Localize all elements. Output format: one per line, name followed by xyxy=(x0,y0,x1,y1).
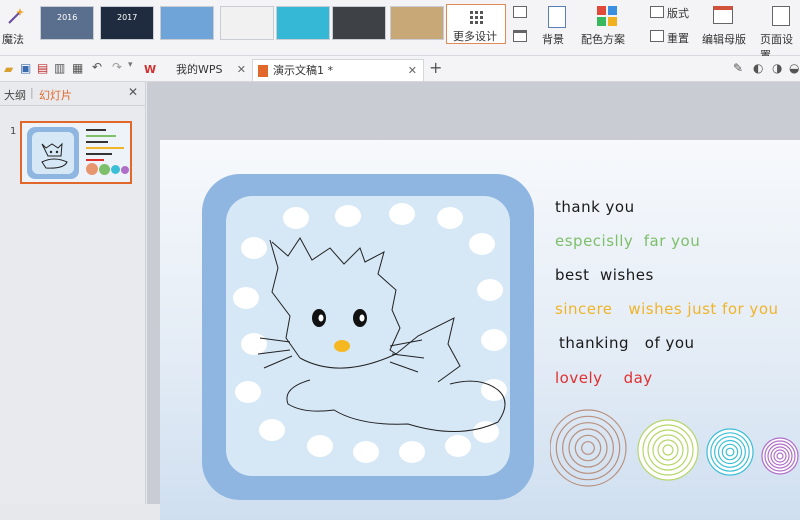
reset-icon[interactable] xyxy=(650,30,664,42)
reset-button[interactable]: 重置 xyxy=(667,30,689,46)
concentric-circles xyxy=(550,409,799,487)
template-thumbnail[interactable] xyxy=(276,6,330,40)
thumbnail-cat xyxy=(41,142,68,169)
slide-icon-small[interactable] xyxy=(513,6,527,18)
template-thumbnail[interactable] xyxy=(332,6,386,40)
slide-text-line[interactable]: thank you xyxy=(555,198,635,216)
concentric-circle-group xyxy=(706,428,754,476)
circle-ring xyxy=(581,441,595,455)
tab-outline[interactable]: 大纲 xyxy=(4,87,26,103)
background-icon[interactable] xyxy=(548,6,566,28)
close-panel-icon[interactable]: ✕ xyxy=(128,85,138,99)
slide-number: 1 xyxy=(10,126,17,137)
tool-icon-3[interactable]: ◑ xyxy=(772,61,782,75)
template-label: 2016 xyxy=(57,13,78,22)
grid-icon xyxy=(470,11,483,24)
slide-text-line[interactable]: especislly far you xyxy=(555,232,700,250)
slide-text-line[interactable]: best wishes xyxy=(555,266,654,284)
close-icon[interactable]: ✕ xyxy=(237,59,246,81)
window-icon-small[interactable] xyxy=(513,30,527,42)
concentric-circle-group xyxy=(550,409,627,487)
undo-icon[interactable]: ↶ xyxy=(92,60,102,74)
more-design-button[interactable]: 更多设计 xyxy=(446,4,506,44)
more-design-label: 更多设计 xyxy=(453,30,497,43)
tab-my-wps[interactable]: W 我的WPS ✕ xyxy=(140,59,252,81)
concentric-circle-group xyxy=(637,419,699,481)
edit-master-button[interactable]: 编辑母版 xyxy=(702,31,746,47)
layout-button[interactable]: 版式 xyxy=(667,5,689,21)
tab-presentation[interactable]: 演示文稿1 * ✕ xyxy=(252,59,424,81)
tab-my-wps-label: 我的WPS xyxy=(176,63,223,76)
tab-slides[interactable]: 幻灯片 xyxy=(39,87,72,103)
page-setup-icon[interactable] xyxy=(772,6,790,26)
circle-ring xyxy=(568,428,608,468)
slides-panel: 大纲 | 幻灯片 ✕ 1 xyxy=(0,82,146,504)
tool-icon-1[interactable]: ✎ xyxy=(733,61,743,75)
document-tab-bar: ▰ ▣ ▤ ▥ ▦ ↶ ↷ ▾ W 我的WPS ✕ 演示文稿1 * ✕ + ✎ … xyxy=(0,56,800,82)
magic-wand-icon[interactable] xyxy=(6,6,26,26)
thumbnail-text xyxy=(86,129,126,161)
ribbon: 魔法 20162017 更多设计 背景 配色方案 版式 重置 编辑母版 页面设置 xyxy=(0,0,800,62)
circle-ring xyxy=(706,428,754,476)
slide-canvas: thank you especislly far you best wishes si… xyxy=(147,82,800,520)
concentric-circle-group xyxy=(761,437,799,475)
color-scheme-icon[interactable] xyxy=(597,6,617,26)
circle-ring xyxy=(550,409,627,487)
tool-icon-2[interactable]: ◐ xyxy=(753,61,763,75)
template-label: 2017 xyxy=(117,13,138,22)
template-thumbnail[interactable]: 2016 xyxy=(40,6,94,40)
save-icon[interactable]: ▣ xyxy=(20,61,31,75)
circle-ring xyxy=(555,415,621,481)
slide-text-line[interactable]: sincere wishes just for you xyxy=(555,300,779,318)
close-icon[interactable]: ✕ xyxy=(408,60,417,82)
new-tab-icon[interactable]: + xyxy=(429,58,442,77)
magic-button[interactable]: 魔法 xyxy=(2,31,24,47)
edit-master-icon[interactable] xyxy=(713,6,733,24)
slide-page[interactable]: thank you especislly far you best wishes si… xyxy=(160,140,800,520)
color-scheme-button[interactable]: 配色方案 xyxy=(581,31,625,47)
pdf-icon[interactable]: ▤ xyxy=(37,61,48,75)
template-thumbnail[interactable] xyxy=(220,6,274,40)
background-button[interactable]: 背景 xyxy=(542,31,564,47)
layout-icon[interactable] xyxy=(650,6,664,18)
print-icon[interactable]: ▥ xyxy=(54,61,65,75)
tab-presentation-label: 演示文稿1 * xyxy=(273,64,333,77)
template-thumbnail[interactable] xyxy=(160,6,214,40)
slide-thumbnail[interactable] xyxy=(20,121,132,184)
slide-text-line[interactable]: thanking of you xyxy=(559,334,695,352)
circle-ring xyxy=(637,419,699,481)
tool-icon-4[interactable]: ◒ xyxy=(789,61,799,75)
open-folder-icon[interactable]: ▰ xyxy=(4,62,13,76)
circle-ring xyxy=(574,434,602,462)
slide-text-line[interactable]: lovely day xyxy=(555,369,653,387)
redo-icon[interactable]: ↷ xyxy=(112,60,122,74)
template-thumbnail[interactable] xyxy=(390,6,444,40)
circle-ring xyxy=(562,422,614,474)
tab-separator: | xyxy=(30,86,34,99)
presentation-file-icon xyxy=(258,65,268,77)
preview-icon[interactable]: ▦ xyxy=(72,61,83,75)
wps-logo-icon: W xyxy=(144,63,157,76)
dropdown-icon[interactable]: ▾ xyxy=(128,60,133,70)
template-thumbnail[interactable]: 2017 xyxy=(100,6,154,40)
